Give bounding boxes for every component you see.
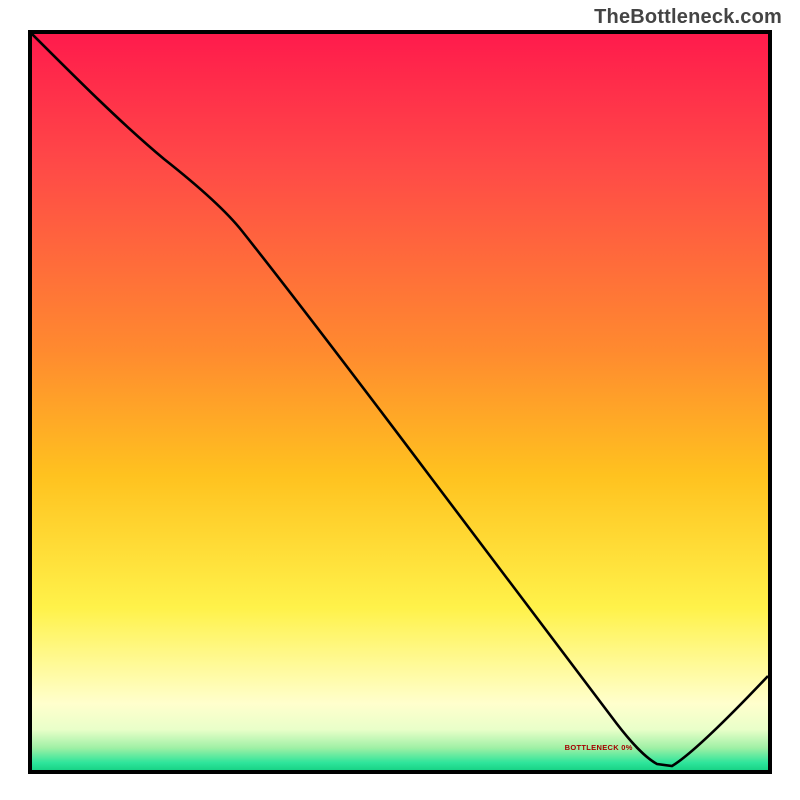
bottom-valley-label: BOTTLENECK 0% <box>565 743 633 752</box>
watermark-text: TheBottleneck.com <box>594 6 782 29</box>
line-chart <box>32 34 768 770</box>
chart-container: TheBottleneck.com BOTTLENECK 0% <box>0 0 800 800</box>
plot-frame: BOTTLENECK 0% <box>28 30 772 774</box>
curve-path <box>32 34 768 766</box>
